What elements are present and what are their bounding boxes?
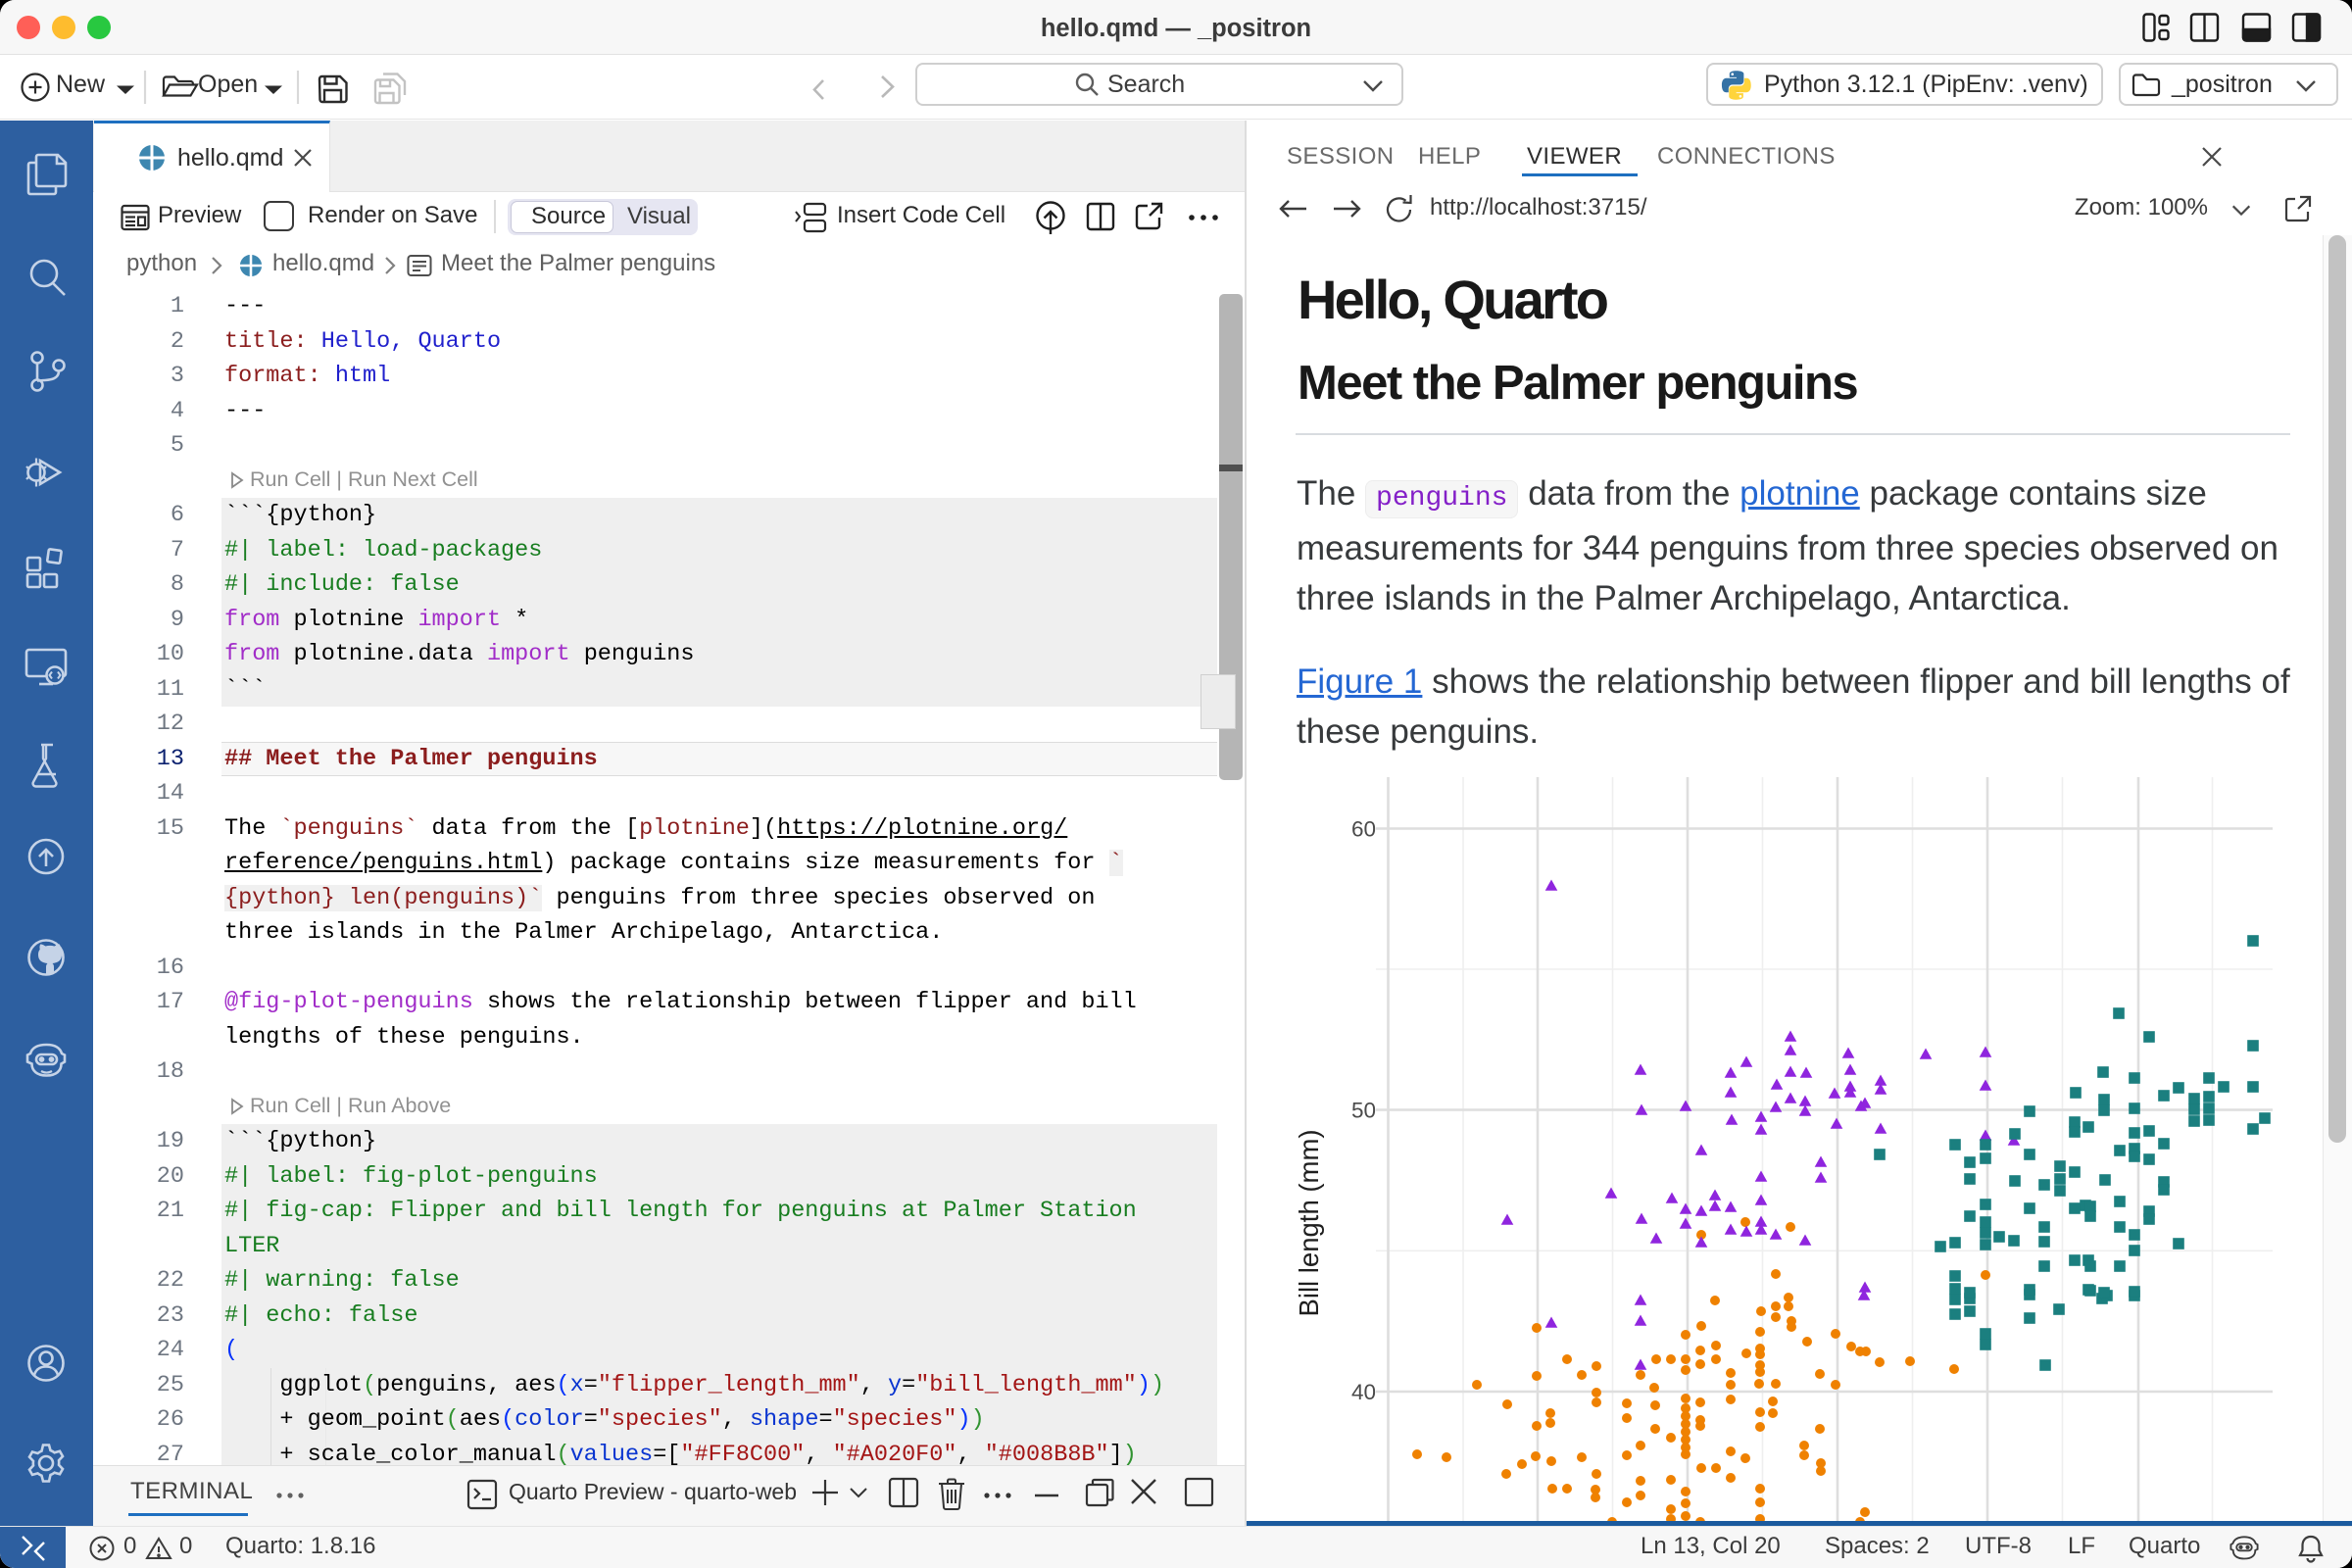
svg-text:60: 60 <box>1351 817 1376 842</box>
svg-text:Bill length (mm): Bill length (mm) <box>1294 1129 1324 1316</box>
svg-text:40: 40 <box>1351 1380 1376 1404</box>
svg-text:50: 50 <box>1351 1099 1376 1123</box>
